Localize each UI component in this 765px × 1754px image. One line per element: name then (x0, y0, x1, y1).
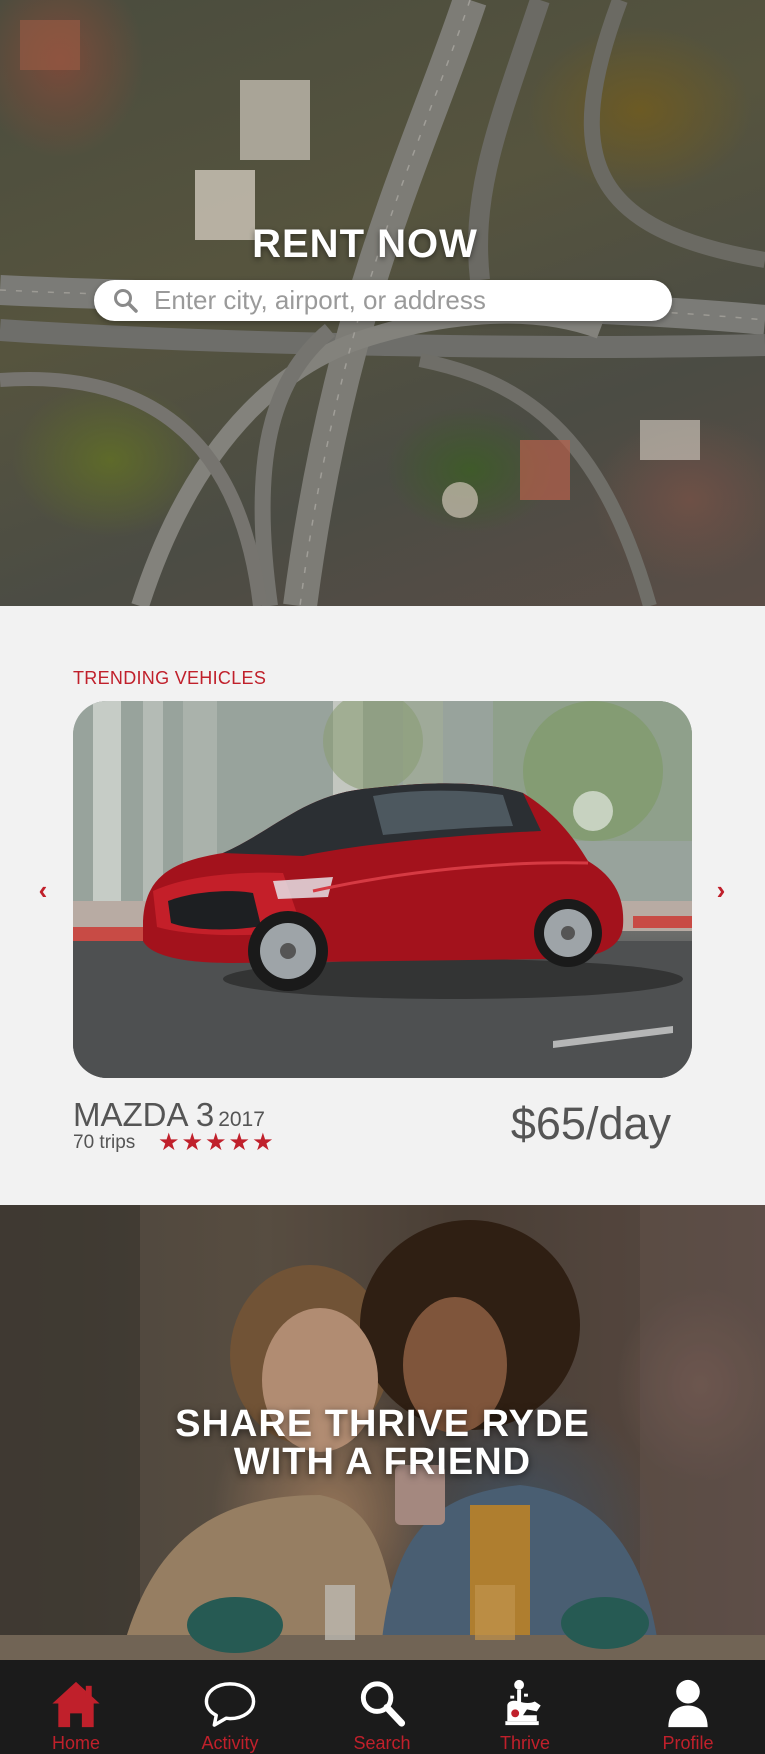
share-promo-banner[interactable]: SHARE THRIVE RYDE WITH A FRIEND (0, 1205, 765, 1660)
home-icon (52, 1681, 100, 1728)
search-input[interactable] (154, 285, 672, 316)
nav-label-thrive: Thrive (499, 1733, 550, 1753)
nav-label-search: Search (353, 1733, 411, 1753)
nav-item-thrive[interactable]: Thrive (470, 1660, 580, 1754)
bottom-navigation: Home Activity Search Thrive Profile (0, 1660, 765, 1754)
nav-label-profile: Profile (662, 1733, 714, 1753)
nav-label-home: Home (51, 1733, 100, 1753)
hero-banner: RENT NOW (0, 0, 765, 606)
promo-title-line2: WITH A FRIEND (233, 1441, 532, 1483)
nav-item-home[interactable]: Home (21, 1660, 131, 1754)
search-icon (360, 1681, 406, 1727)
rating-stars-icon: ★★★★★ (158, 1129, 276, 1156)
profile-icon (668, 1679, 708, 1728)
promo-title: SHARE THRIVE RYDE WITH A FRIEND (0, 1405, 765, 1481)
nav-label-activity: Activity (201, 1733, 259, 1753)
next-vehicle-button[interactable]: › (706, 875, 736, 905)
search-icon (114, 288, 138, 313)
chevron-right-icon: › (716, 874, 726, 905)
section-label-trending: TRENDING VEHICLES (73, 668, 267, 688)
vehicle-price: $65/day (510, 1098, 671, 1149)
nav-item-profile[interactable]: Profile (633, 1660, 743, 1754)
nav-item-activity[interactable]: Activity (175, 1660, 285, 1754)
speech-bubble-icon (204, 1682, 256, 1727)
car-image (73, 701, 692, 1078)
nav-item-search[interactable]: Search (327, 1660, 437, 1754)
vehicle-photo[interactable] (73, 701, 692, 1078)
vehicle-trips: 70 trips (73, 1132, 136, 1153)
search-bar[interactable] (94, 280, 672, 321)
thrive-icon (505, 1679, 541, 1726)
previous-vehicle-button[interactable]: ‹ (28, 875, 58, 905)
promo-title-line1: SHARE THRIVE RYDE (175, 1403, 590, 1445)
chevron-left-icon: ‹ (38, 874, 48, 905)
page-title: RENT NOW (252, 222, 478, 266)
